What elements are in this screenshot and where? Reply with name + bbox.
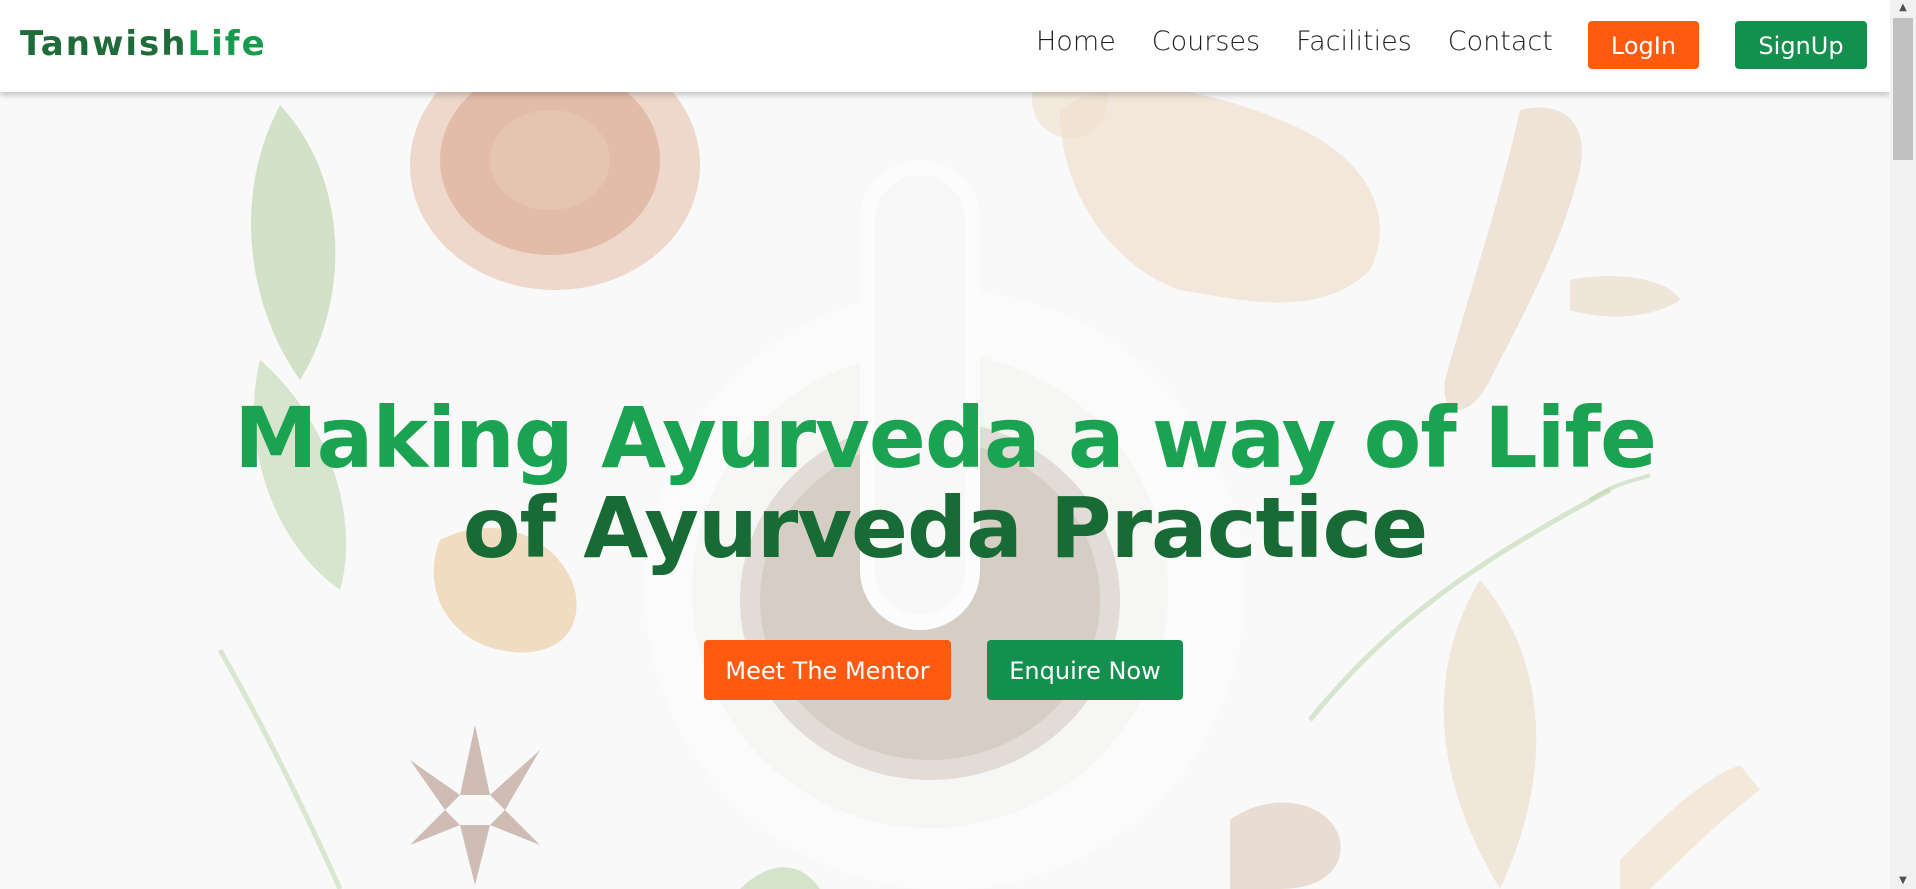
page: Making Ayurveda a way of Life of Ayurved… [0,0,1916,889]
nav-link-contact[interactable]: Contact [1448,20,1553,64]
meet-the-mentor-button[interactable]: Meet The Mentor [704,640,951,700]
brand-logo[interactable]: TanwishLife [20,20,267,68]
hero-section: Making Ayurveda a way of Life of Ayurved… [0,0,1890,889]
top-navbar: TanwishLife Home Courses Facilities Cont… [0,0,1890,92]
triangle-up-icon[interactable]: ▲ [1890,0,1916,16]
signup-button[interactable]: SignUp [1735,21,1867,69]
nav-link-home[interactable]: Home [1036,20,1116,64]
vertical-scrollbar[interactable]: ▲ ▼ [1890,0,1916,889]
nav-link-facilities[interactable]: Facilities [1296,20,1412,64]
scrollbar-thumb[interactable] [1893,18,1913,160]
hero-headline-line1: Making Ayurveda a way of Life [234,389,1657,487]
triangle-down-icon[interactable]: ▼ [1890,873,1916,889]
main-nav: Home Courses Facilities Contact [1036,20,1589,64]
enquire-now-button[interactable]: Enquire Now [987,640,1183,700]
login-button[interactable]: LogIn [1588,21,1699,69]
brand-name-part1: Tanwish [20,24,188,64]
nav-link-courses[interactable]: Courses [1152,20,1260,64]
hero-headline-line2: of Ayurveda Practice [462,479,1428,577]
brand-name-part2: Life [187,24,267,64]
